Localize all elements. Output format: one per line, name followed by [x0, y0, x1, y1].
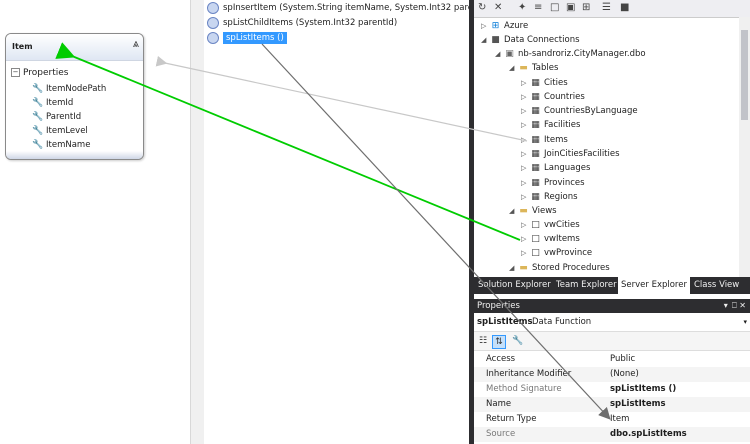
table-icon: ▦ [531, 106, 540, 116]
tree-item[interactable]: ▷ ▦ Cities [521, 76, 568, 90]
entity-property[interactable]: 🔧 ItemId [32, 97, 73, 110]
database-connection-icon: ▣ [505, 49, 514, 59]
view-icon: □ [531, 248, 540, 258]
property-icon: 🔧 [32, 126, 44, 136]
tree-item[interactable]: ▷ ▦ Languages [521, 161, 590, 175]
method-item[interactable]: spInsertItem (System.String itemName, Sy… [207, 1, 484, 16]
data-connections-icon: ■ [491, 35, 500, 45]
tool-window-tabs: Solution Explorer Team Explorer Server E… [474, 277, 750, 294]
tree-item[interactable]: ▷ ▦ Items [521, 133, 568, 147]
tree-scrollbar-thumb[interactable] [741, 30, 748, 120]
tree-item[interactable]: ◢ ▬ Stored Procedures [509, 261, 610, 275]
properties-title: Properties [477, 301, 520, 311]
tree-item[interactable]: ▷ ▦ JoinCitiesFacilities [521, 147, 620, 161]
tree-item[interactable]: ▷ ▦ Countries [521, 90, 585, 104]
tree-item[interactable]: ◢ ▬ Tables [509, 61, 558, 75]
tree-item[interactable]: ▷ □ vwItems [521, 232, 580, 246]
properties-icon[interactable]: ☰ [602, 2, 611, 13]
collapse-icon[interactable]: ⩓ [133, 37, 139, 51]
view-icon: □ [531, 220, 540, 230]
folder-icon: ▬ [519, 263, 528, 273]
refresh-icon[interactable]: ↻ [478, 2, 486, 13]
method-icon [207, 16, 219, 29]
alphabetical-icon[interactable]: ⇅ [492, 335, 506, 349]
properties-label: Properties [23, 68, 69, 78]
table-icon: ▦ [531, 78, 540, 88]
method-item-selected[interactable]: spListItems () [207, 31, 287, 46]
table-icon: ▦ [531, 192, 540, 202]
window-controls[interactable]: ▾ ⎕ ✕ [724, 299, 746, 313]
table-icon: ▦ [531, 163, 540, 173]
chevron-down-icon[interactable]: ▾ [743, 313, 747, 331]
entity-header[interactable]: Item ⩓ [6, 34, 143, 61]
tab-server-explorer[interactable]: Server Explorer [618, 277, 690, 294]
properties-title-bar: Properties ▾ ⎕ ✕ [474, 299, 750, 313]
table-icon: ▦ [531, 149, 540, 159]
tree-item[interactable]: ◢ ■ Data Connections [481, 33, 580, 47]
windows-icon[interactable]: ⊞ [582, 2, 590, 13]
properties-toolbar: ☷ ⇅ 🔧 [474, 332, 750, 351]
server-explorer-toolbar: ↻ ✕ ✦ ≡ □ ▣ ⊞ ☰ ■ [474, 0, 750, 18]
vertical-splitter[interactable] [190, 0, 205, 444]
filter-icon[interactable]: ✦ [518, 2, 526, 13]
folder-icon: ▬ [519, 63, 528, 73]
table-icon: ▦ [531, 120, 540, 130]
tab-solution-explorer[interactable]: Solution Explorer [475, 277, 554, 294]
categorized-icon[interactable]: ☷ [477, 335, 489, 347]
delete-icon[interactable]: □ [550, 2, 559, 13]
tree-item[interactable]: ▷ ▦ Facilities [521, 118, 580, 132]
method-item[interactable]: spListChildItems (System.Int32 parentId) [207, 16, 397, 31]
property-icon: 🔧 [32, 98, 44, 108]
property-icon: 🔧 [32, 112, 44, 122]
property-icon: 🔧 [32, 84, 44, 94]
table-icon: ▦ [531, 92, 540, 102]
object-selector[interactable]: spListItems Data Function ▾ [474, 313, 750, 332]
entity-footer [6, 151, 143, 159]
property-row[interactable]: Inheritance Modifier (None) [474, 367, 750, 382]
view-icon: □ [531, 234, 540, 244]
property-row[interactable]: Name spListItems [474, 397, 750, 412]
selected-object-type: Data Function [532, 317, 592, 327]
table-icon: ▦ [531, 178, 540, 188]
entity-title: Item [12, 42, 33, 51]
entity-property[interactable]: 🔧 ParentId [32, 111, 81, 124]
database-icon[interactable]: ■ [620, 2, 629, 13]
minus-icon[interactable]: − [11, 68, 20, 77]
tree-item[interactable]: ▷ ▦ Provinces [521, 176, 585, 190]
tree-item[interactable]: ▷ ▦ CountriesByLanguage [521, 104, 638, 118]
selected-object-name: spListItems [477, 317, 533, 327]
tab-team-explorer[interactable]: Team Explorer [553, 277, 620, 294]
tree-item[interactable]: ▷ □ vwProvince [521, 246, 592, 260]
server-icon[interactable]: ▣ [566, 2, 575, 13]
tree-item[interactable]: ◢ ▬ Views [509, 204, 557, 218]
entity-property[interactable]: 🔧 ItemNodePath [32, 83, 106, 96]
tree-item[interactable]: ▷ ▦ Regions [521, 190, 578, 204]
method-icon [207, 1, 219, 14]
folder-icon: ▬ [519, 206, 528, 216]
tab-class-view[interactable]: Class View [691, 277, 742, 294]
wrench-icon[interactable]: 🔧 [512, 335, 524, 347]
property-row[interactable]: Access Public [474, 352, 750, 367]
property-row[interactable]: Return Type Item [474, 412, 750, 427]
table-icon: ▦ [531, 135, 540, 145]
connect-icon[interactable]: ≡ [534, 2, 542, 13]
method-icon [207, 31, 219, 44]
azure-icon: ⊞ [491, 21, 500, 31]
entity-properties-header[interactable]: − Properties [11, 68, 68, 78]
tree-item[interactable]: ◢ ▣ nb-sandroriz.CityManager.dbo [495, 47, 646, 61]
tree-item[interactable]: ▷ ⊞ Azure [481, 19, 528, 33]
property-row[interactable]: Source dbo.spListItems [474, 427, 750, 442]
methods-pane: spInsertItem (System.String itemName, Sy… [204, 0, 484, 444]
tree-item[interactable]: ▷ □ vwCities [521, 218, 580, 232]
entity-property[interactable]: 🔧 ItemLevel [32, 125, 88, 138]
stop-icon[interactable]: ✕ [494, 2, 502, 13]
entity-item[interactable]: Item ⩓ − Properties 🔧 ItemNodePath 🔧 ItemId… [5, 33, 144, 160]
property-row[interactable]: Method Signature spListItems () [474, 382, 750, 397]
